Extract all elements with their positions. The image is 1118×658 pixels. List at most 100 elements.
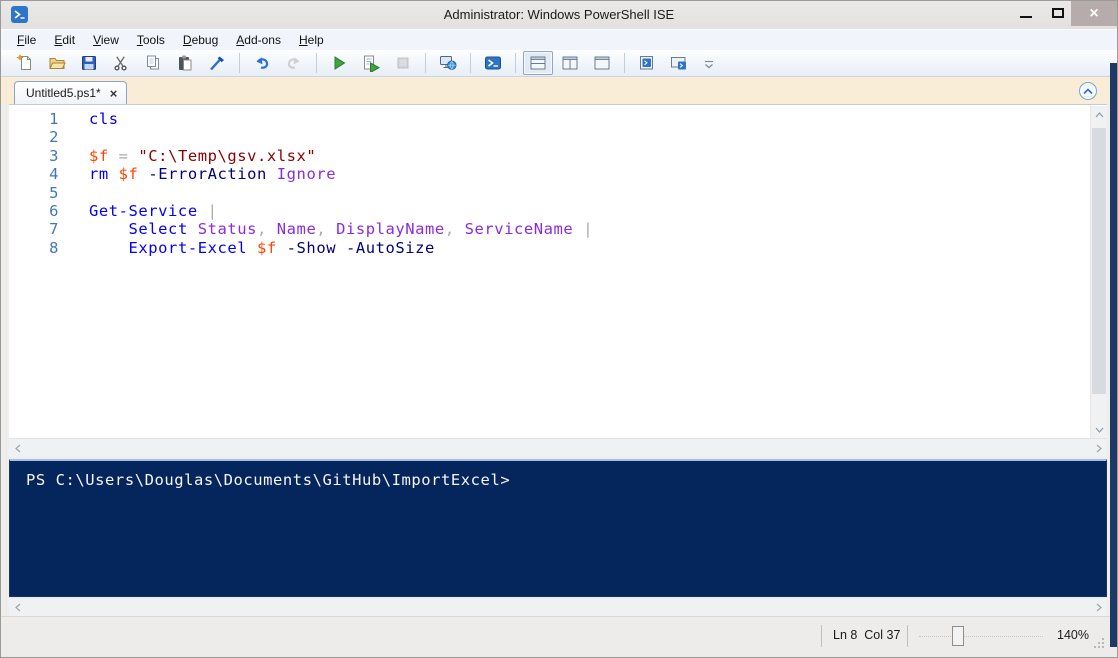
save-script-icon	[80, 54, 98, 72]
toolbar-separator	[515, 53, 516, 73]
code-line: 1cls	[9, 110, 1089, 128]
scroll-down-icon[interactable]	[1091, 421, 1107, 438]
tab-label: Untitled5.ps1*	[26, 86, 101, 100]
stop-icon	[394, 54, 412, 72]
maximize-button[interactable]	[1043, 1, 1073, 25]
scroll-up-icon[interactable]	[1091, 106, 1107, 123]
line-number: 5	[9, 184, 59, 202]
scroll-left-icon[interactable]	[9, 439, 26, 457]
clear-console-icon	[208, 54, 226, 72]
script-editor[interactable]: 1cls23$f = "C:\Temp\gsv.xlsx"4rm $f -Err…	[9, 104, 1107, 438]
run-script-button[interactable]	[324, 51, 354, 75]
tab-close-icon[interactable]: ×	[110, 86, 118, 101]
run-selection-button[interactable]	[356, 51, 386, 75]
toolbar-separator	[239, 53, 240, 73]
paste-icon	[176, 54, 194, 72]
show-script-pane-right-button[interactable]	[555, 51, 585, 75]
tab-untitled5[interactable]: Untitled5.ps1* ×	[14, 81, 127, 104]
run-selection-icon	[362, 54, 380, 72]
zoom-level: 140%	[1057, 628, 1089, 642]
toolbar-separator	[624, 53, 625, 73]
redo-icon	[285, 54, 303, 72]
scroll-right-icon[interactable]	[1090, 439, 1107, 457]
resize-grip-icon[interactable]	[1093, 637, 1106, 655]
menu-bar: FileEditViewToolsDebugAdd-onsHelp	[1, 29, 1117, 50]
new-script-icon	[16, 54, 34, 72]
line-number: 8	[9, 239, 59, 257]
ps-tab-b-icon	[670, 54, 688, 72]
code-line: 4rm $f -ErrorAction Ignore	[9, 165, 1089, 183]
stop-operation-button[interactable]	[388, 51, 418, 75]
editor-vertical-scrollbar[interactable]	[1090, 106, 1107, 438]
toolbar-overflow-button[interactable]	[700, 51, 718, 75]
overflow-icon	[700, 54, 718, 72]
line-number: 2	[9, 128, 59, 146]
menu-help[interactable]: Help	[290, 31, 333, 49]
open-script-icon	[48, 54, 66, 72]
console-prompt: PS C:\Users\Douglas\Documents\GitHub\Imp…	[10, 461, 1106, 489]
zoom-slider[interactable]	[919, 636, 1043, 637]
remote-tab-icon	[439, 54, 457, 72]
paste-button[interactable]	[170, 51, 200, 75]
code-line: 2	[9, 128, 1089, 146]
menu-tools[interactable]: Tools	[128, 31, 174, 49]
tab-strip: Untitled5.ps1* ×	[1, 77, 1117, 104]
toolbar	[1, 50, 1117, 77]
toolbar-separator	[316, 53, 317, 73]
powershell-icon	[11, 6, 28, 23]
code-line: 8 Export-Excel $f -Show -AutoSize	[9, 239, 1089, 257]
code-line: 7 Select Status, Name, DisplayName, Serv…	[9, 220, 1089, 238]
menu-addons[interactable]: Add-ons	[227, 31, 290, 49]
save-script-button[interactable]	[74, 51, 104, 75]
pane-right-icon	[561, 54, 579, 72]
pane-max-icon	[593, 54, 611, 72]
code-line: 6Get-Service |	[9, 202, 1089, 220]
close-button[interactable]: ×	[1071, 1, 1117, 26]
line-number: 1	[9, 110, 59, 128]
chevron-up-icon	[1083, 88, 1093, 95]
status-bar: Ln 8 Col 37 140%	[1, 616, 1117, 658]
console-pane[interactable]: PS C:\Users\Douglas\Documents\GitHub\Imp…	[9, 459, 1107, 597]
show-script-pane-top-button[interactable]	[523, 51, 553, 75]
undo-icon	[253, 54, 271, 72]
status-separator	[907, 625, 908, 647]
editor-horizontal-scrollbar[interactable]	[9, 438, 1107, 457]
toolbar-separator	[470, 53, 471, 73]
status-separator	[821, 625, 822, 647]
new-remote-powershell-tab-button[interactable]	[433, 51, 463, 75]
console-horizontal-scrollbar[interactable]	[9, 597, 1107, 616]
code-line: 3$f = "C:\Temp\gsv.xlsx"	[9, 147, 1089, 165]
cut-button[interactable]	[106, 51, 136, 75]
title-bar: Administrator: Windows PowerShell ISE ×	[1, 1, 1117, 29]
pane-top-icon	[529, 54, 547, 72]
scroll-right-icon[interactable]	[1090, 598, 1107, 616]
maximize-icon	[1052, 8, 1064, 18]
menu-edit[interactable]: Edit	[45, 31, 84, 49]
undo-button[interactable]	[247, 51, 277, 75]
close-powershell-tab-button[interactable]	[664, 51, 694, 75]
run-script-icon	[330, 54, 348, 72]
scrollbar-thumb[interactable]	[1092, 128, 1106, 394]
show-script-pane-maximized-button[interactable]	[587, 51, 617, 75]
open-script-button[interactable]	[42, 51, 72, 75]
scroll-left-icon[interactable]	[9, 598, 26, 616]
new-powershell-tab-button[interactable]	[632, 51, 662, 75]
menu-view[interactable]: View	[84, 31, 128, 49]
window-border-accent	[1110, 63, 1117, 647]
zoom-slider-thumb[interactable]	[952, 626, 964, 646]
copy-button[interactable]	[138, 51, 168, 75]
cursor-position: Ln 8 Col 37	[833, 628, 900, 642]
start-powershell-exe-button[interactable]	[478, 51, 508, 75]
menu-debug[interactable]: Debug	[174, 31, 227, 49]
new-script-button[interactable]	[10, 51, 40, 75]
window-title: Administrator: Windows PowerShell ISE	[121, 7, 997, 22]
line-number: 3	[9, 147, 59, 165]
minimize-icon	[1020, 16, 1032, 18]
line-number: 6	[9, 202, 59, 220]
minimize-button[interactable]	[1011, 1, 1041, 25]
menu-file[interactable]: File	[8, 31, 45, 49]
clear-console-pane-button[interactable]	[202, 51, 232, 75]
redo-button[interactable]	[279, 51, 309, 75]
code-line: 5	[9, 184, 1089, 202]
collapse-script-pane-button[interactable]	[1079, 82, 1097, 100]
